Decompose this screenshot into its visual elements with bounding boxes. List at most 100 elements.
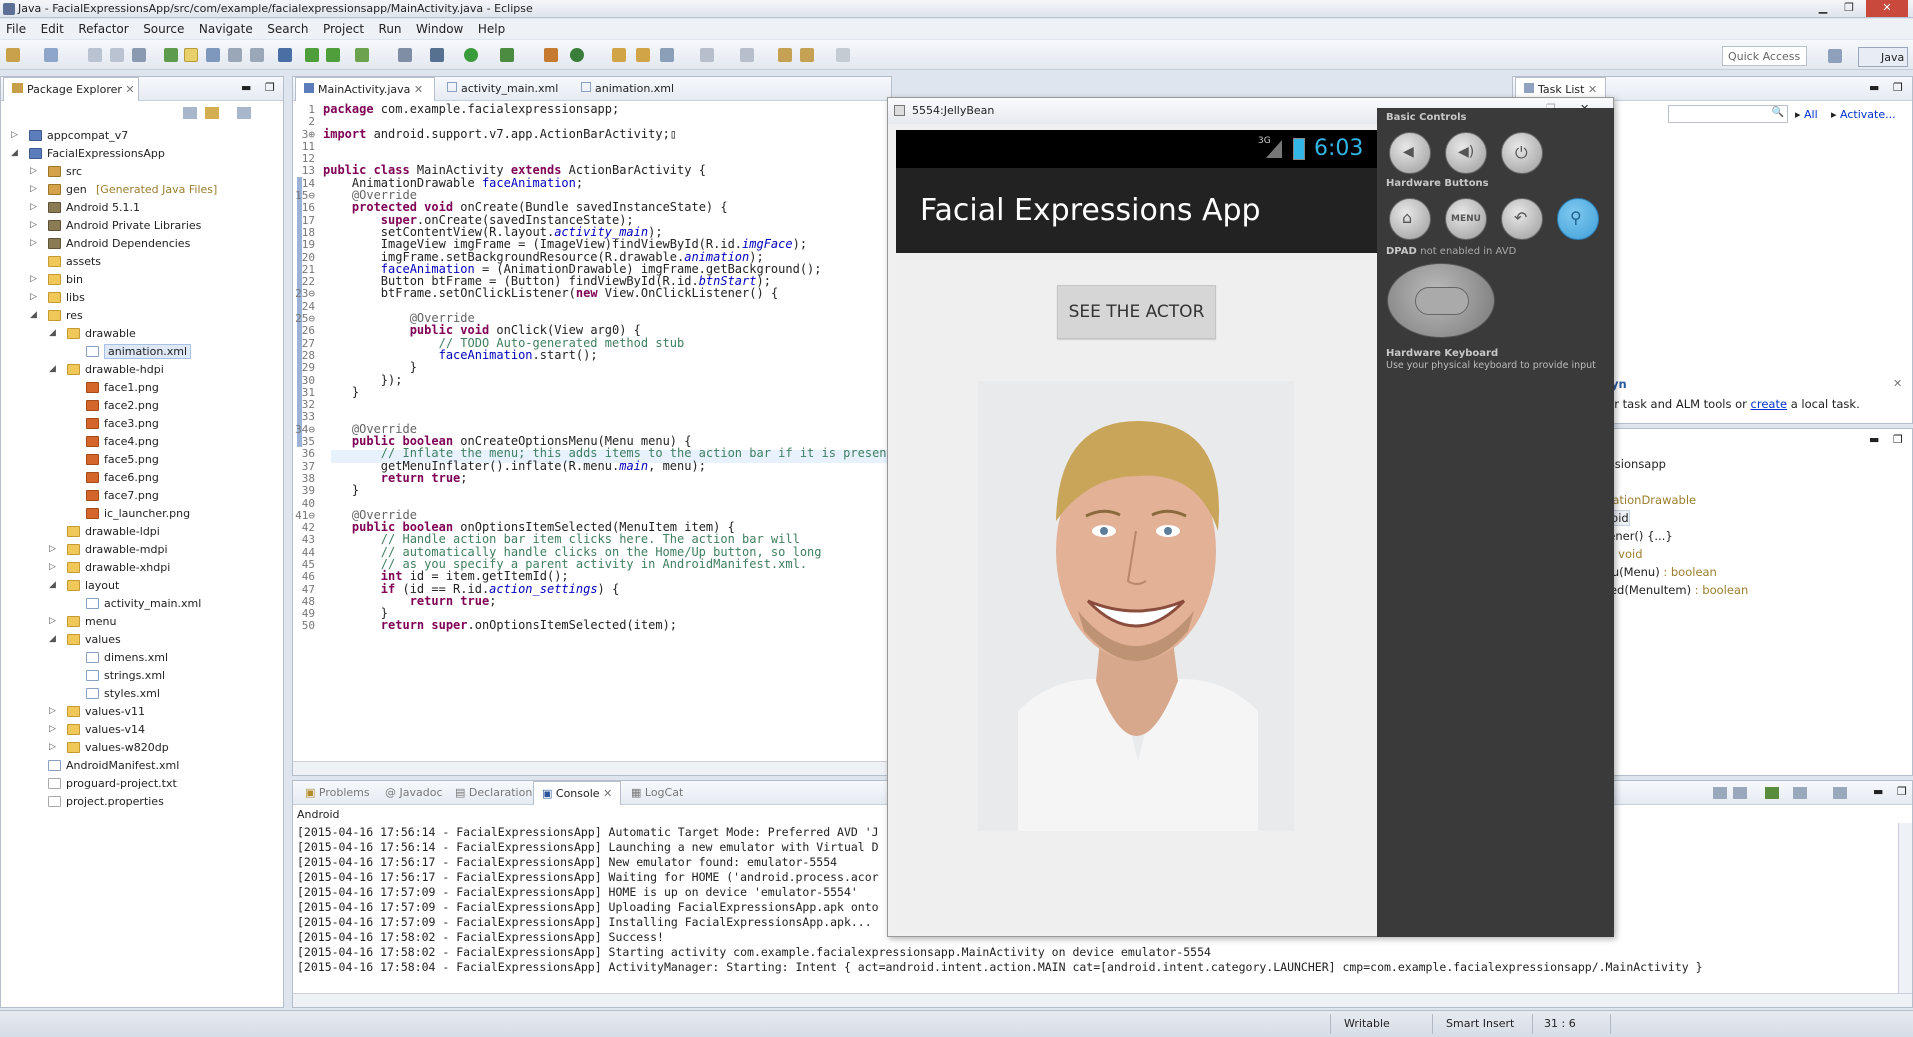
display-console-icon[interactable] [1793, 787, 1807, 799]
new-android-project-icon[interactable] [44, 48, 58, 62]
view-menu-icon[interactable] [237, 107, 251, 119]
vertical-scrollbar[interactable] [1898, 823, 1912, 995]
minimize-button[interactable]: ▁ [1810, 0, 1836, 17]
code-line[interactable]: 50 return super.onOptionsItemSelected(it… [293, 619, 901, 632]
close-icon[interactable]: ✕ [125, 83, 134, 96]
android-lint-icon[interactable] [326, 48, 340, 62]
maximize-view-icon[interactable]: ❐ [1893, 433, 1903, 446]
maximize-view-icon[interactable]: ❐ [1893, 81, 1903, 94]
expanded-arrow-icon[interactable]: ◢ [49, 328, 56, 338]
collapsed-arrow-icon[interactable]: ▷ [49, 562, 56, 572]
open-task-icon[interactable] [636, 48, 650, 62]
menu-file[interactable]: File [0, 19, 31, 36]
power-button[interactable]: ⏻ [1501, 132, 1543, 174]
menu-run[interactable]: Run [373, 19, 407, 36]
menu-refactor[interactable]: Refactor [72, 19, 133, 36]
collapsed-arrow-icon[interactable]: ▷ [30, 274, 37, 284]
last-edit-location-icon[interactable] [778, 48, 792, 62]
back-button[interactable]: ↶ [1501, 198, 1543, 240]
menu-edit[interactable]: Edit [35, 19, 69, 36]
toggle-mark-icon[interactable] [206, 48, 220, 62]
minimize-view-icon[interactable]: ▬ [1869, 433, 1879, 446]
volume-up-button[interactable]: ◀) [1445, 132, 1487, 174]
debug-icon[interactable] [430, 48, 444, 62]
quick-access-field[interactable]: Quick Access [1722, 46, 1807, 66]
close-icon[interactable]: ✕ [1588, 83, 1597, 96]
menu-project[interactable]: Project [317, 19, 369, 36]
open-type-icon[interactable] [612, 48, 626, 62]
code-line[interactable]: 3⊕ import android.support.v7.app.ActionBa… [293, 127, 901, 140]
code-line[interactable]: 31 } [293, 386, 901, 399]
android-sdk-manager-icon[interactable] [164, 48, 178, 62]
collapsed-arrow-icon[interactable]: ▷ [30, 292, 37, 302]
expanded-arrow-icon[interactable]: ◢ [11, 148, 18, 158]
menu-button[interactable]: MENU [1445, 198, 1487, 240]
search-toolbar-icon[interactable] [660, 48, 674, 62]
skip-breakpoints-icon[interactable] [278, 48, 292, 62]
code-line[interactable]: 30 }); [293, 373, 901, 386]
tab-mainactivity-java[interactable]: MainActivity.java ✕ [295, 77, 435, 101]
collapsed-arrow-icon[interactable]: ▷ [30, 166, 37, 176]
collapsed-arrow-icon[interactable]: ▷ [49, 724, 56, 734]
highlight-icon[interactable] [184, 48, 198, 62]
java-perspective-button[interactable]: Java [1858, 47, 1908, 67]
code-line[interactable]: 11 [293, 140, 901, 153]
collapsed-arrow-icon[interactable]: ▷ [11, 130, 18, 140]
android-device-icon[interactable] [305, 48, 319, 62]
expanded-arrow-icon[interactable]: ◢ [49, 364, 56, 374]
save-icon[interactable] [88, 48, 102, 62]
tab-activity-main-xml[interactable]: activity_main.xml [439, 77, 566, 101]
block-selection-icon[interactable] [228, 48, 242, 62]
open-perspective-icon[interactable] [1828, 49, 1842, 63]
close-icon[interactable]: ✕ [603, 787, 612, 800]
menu-help[interactable]: Help [472, 19, 510, 36]
code-line[interactable]: 39 } [293, 484, 901, 497]
new-icon[interactable] [6, 48, 20, 62]
tab-logcat[interactable]: ▦ LogCat [623, 781, 691, 805]
forward-icon[interactable] [836, 48, 850, 62]
clear-console-icon[interactable] [1713, 787, 1727, 799]
next-annotation-icon[interactable] [700, 48, 714, 62]
tab-javadoc[interactable]: @ Javadoc [377, 781, 451, 805]
collapsed-arrow-icon[interactable]: ▷ [49, 742, 56, 752]
code-area[interactable]: 1 package com.example.facialexpressionsap… [293, 103, 901, 632]
menu-navigate[interactable]: Navigate [193, 19, 258, 36]
minimize-view-icon[interactable]: ▬ [1869, 81, 1879, 94]
print-icon[interactable] [132, 48, 146, 62]
horizontal-scrollbar[interactable] [293, 761, 891, 775]
run-icon[interactable] [464, 48, 478, 62]
close-icon[interactable]: ✕ [1893, 377, 1902, 390]
create-task-link[interactable]: create [1751, 397, 1788, 411]
maximize-button[interactable]: ❐ [1836, 0, 1862, 17]
tab-package-explorer[interactable]: Package Explorer ✕ [3, 77, 139, 101]
code-line[interactable]: 38 return true; [293, 472, 901, 485]
maximize-view-icon[interactable]: ❐ [265, 81, 275, 94]
dpad-center[interactable] [1415, 287, 1469, 315]
new-java-package-icon[interactable] [544, 48, 558, 62]
collapsed-arrow-icon[interactable]: ▷ [49, 544, 56, 554]
menu-window[interactable]: Window [410, 19, 468, 36]
collapse-all-icon[interactable] [183, 107, 197, 119]
collapsed-arrow-icon[interactable]: ▷ [49, 616, 56, 626]
link-with-editor-icon[interactable] [205, 107, 219, 119]
close-icon[interactable]: ✕ [414, 83, 423, 96]
volume-down-button[interactable]: ◀ [1389, 132, 1431, 174]
home-button[interactable]: ⌂ [1389, 198, 1431, 240]
maximize-view-icon[interactable]: ❐ [1897, 785, 1907, 798]
scroll-lock-icon[interactable] [1733, 787, 1747, 799]
search-button[interactable]: ⚲ [1557, 198, 1599, 240]
checklist-icon[interactable] [355, 48, 369, 62]
code-line[interactable]: 1 package com.example.facialexpressionsap… [293, 103, 901, 116]
tab-declaration[interactable]: ▤ Declaration [447, 781, 540, 805]
tab-animation-xml[interactable]: animation.xml [573, 77, 682, 101]
activate-link[interactable]: ▸ Activate... [1831, 108, 1896, 121]
expanded-arrow-icon[interactable]: ◢ [30, 310, 37, 320]
expanded-arrow-icon[interactable]: ◢ [49, 580, 56, 590]
back-icon[interactable] [800, 48, 814, 62]
external-tools-icon[interactable] [500, 48, 514, 62]
see-the-actor-button[interactable]: SEE THE ACTOR [1057, 285, 1216, 339]
whitespace-icon[interactable] [250, 48, 264, 62]
new-class-icon[interactable] [398, 48, 412, 62]
horizontal-scrollbar[interactable] [293, 993, 1912, 1007]
tab-console[interactable]: ▣ Console ✕ [533, 781, 622, 805]
